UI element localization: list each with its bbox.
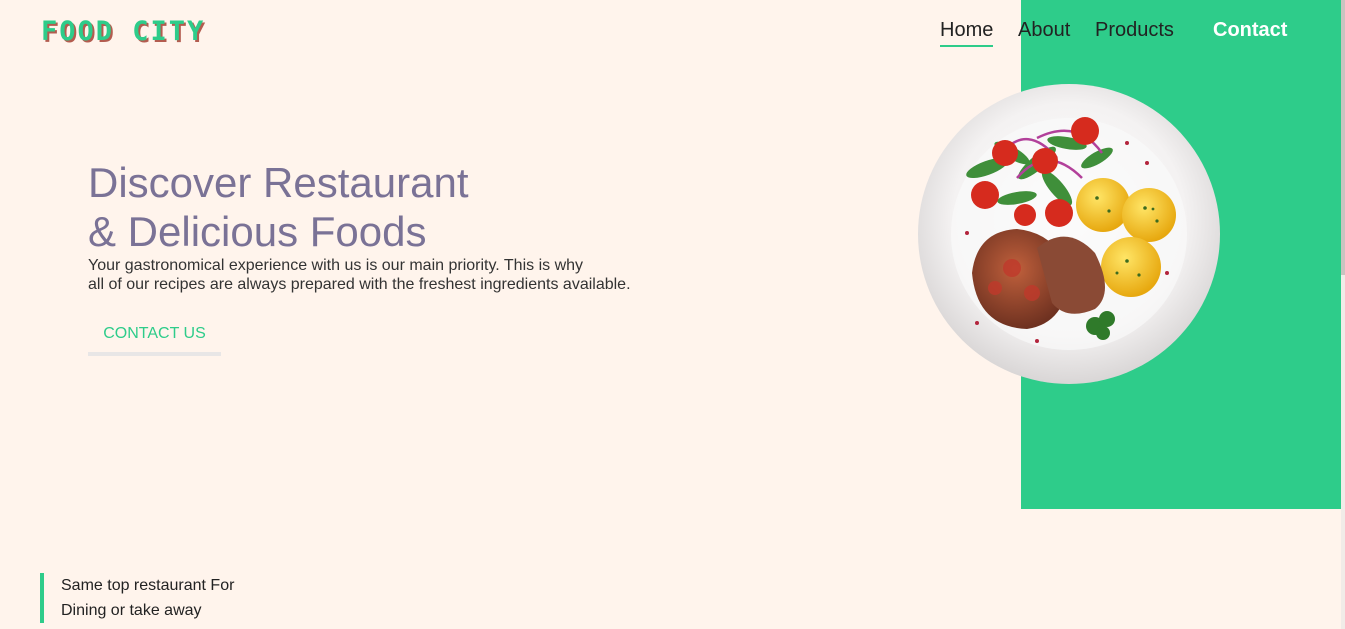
hero-description: Your gastronomical experience with us is… <box>88 256 728 294</box>
hero-title-line-2: & Delicious Foods <box>88 208 427 255</box>
nav-link-products[interactable]: Products <box>1095 19 1174 42</box>
contact-us-button[interactable]: CONTACT US <box>88 316 221 356</box>
nav-link-contact[interactable]: Contact <box>1213 19 1287 42</box>
tagline: Same top restaurant For Dining or take a… <box>40 573 234 623</box>
food-plate-image <box>917 83 1221 385</box>
hero-title: Discover Restaurant & Delicious Foods <box>88 158 608 256</box>
scrollbar-track[interactable] <box>1341 0 1345 629</box>
tagline-line-1: Same top restaurant For <box>61 577 235 594</box>
hero-title-line-1: Discover Restaurant <box>88 159 469 206</box>
nav-link-home[interactable]: Home <box>940 19 994 47</box>
food-plate-illustration <box>918 84 1220 384</box>
main-nav: Home About Products Contact <box>0 19 1345 49</box>
hero-description-line-2: all of our recipes are always prepared w… <box>88 276 631 293</box>
tagline-line-2: Dining or take away <box>61 602 202 619</box>
nav-link-about[interactable]: About <box>1018 19 1070 42</box>
hero-description-line-1: Your gastronomical experience with us is… <box>88 257 584 274</box>
